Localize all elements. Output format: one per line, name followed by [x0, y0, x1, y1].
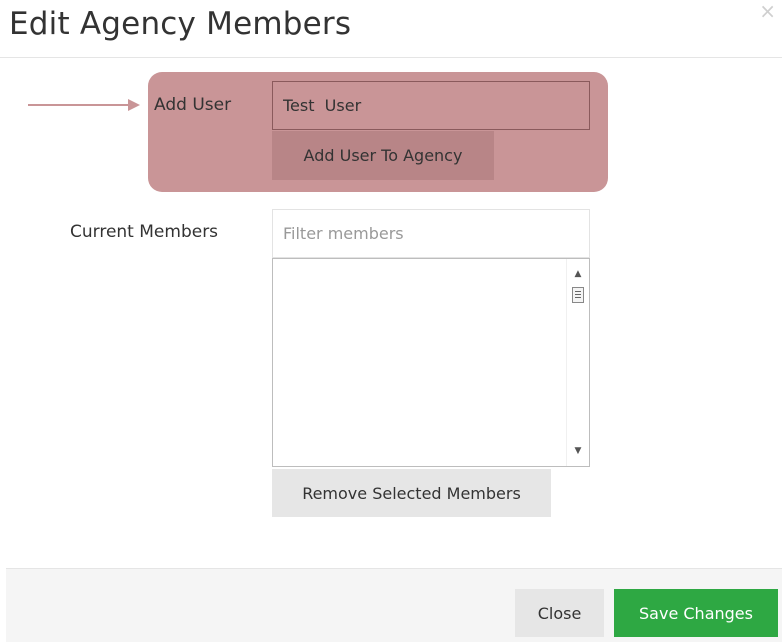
remove-selected-members-button[interactable]: Remove Selected Members	[272, 469, 551, 517]
scroll-up-arrow-icon[interactable]: ▲	[567, 269, 589, 279]
current-members-label: Current Members	[70, 222, 219, 242]
scroll-thumb[interactable]	[572, 287, 584, 303]
members-listbox[interactable]: ▲ ▼	[272, 258, 590, 467]
save-changes-button[interactable]: Save Changes	[614, 589, 778, 637]
add-user-input[interactable]	[272, 81, 590, 130]
dialog-title: Edit Agency Members	[9, 6, 352, 42]
scroll-down-arrow-icon[interactable]: ▼	[567, 446, 589, 456]
close-button[interactable]: Close	[515, 589, 604, 637]
dialog-header: Edit Agency Members ×	[0, 0, 782, 58]
add-user-to-agency-button[interactable]: Add User To Agency	[272, 131, 494, 180]
add-user-label: Add User	[154, 95, 232, 115]
close-icon[interactable]: ×	[759, 0, 776, 22]
arrow-right-icon	[28, 99, 140, 111]
members-scrollbar[interactable]: ▲ ▼	[566, 259, 589, 466]
filter-members-input[interactable]	[272, 209, 590, 258]
